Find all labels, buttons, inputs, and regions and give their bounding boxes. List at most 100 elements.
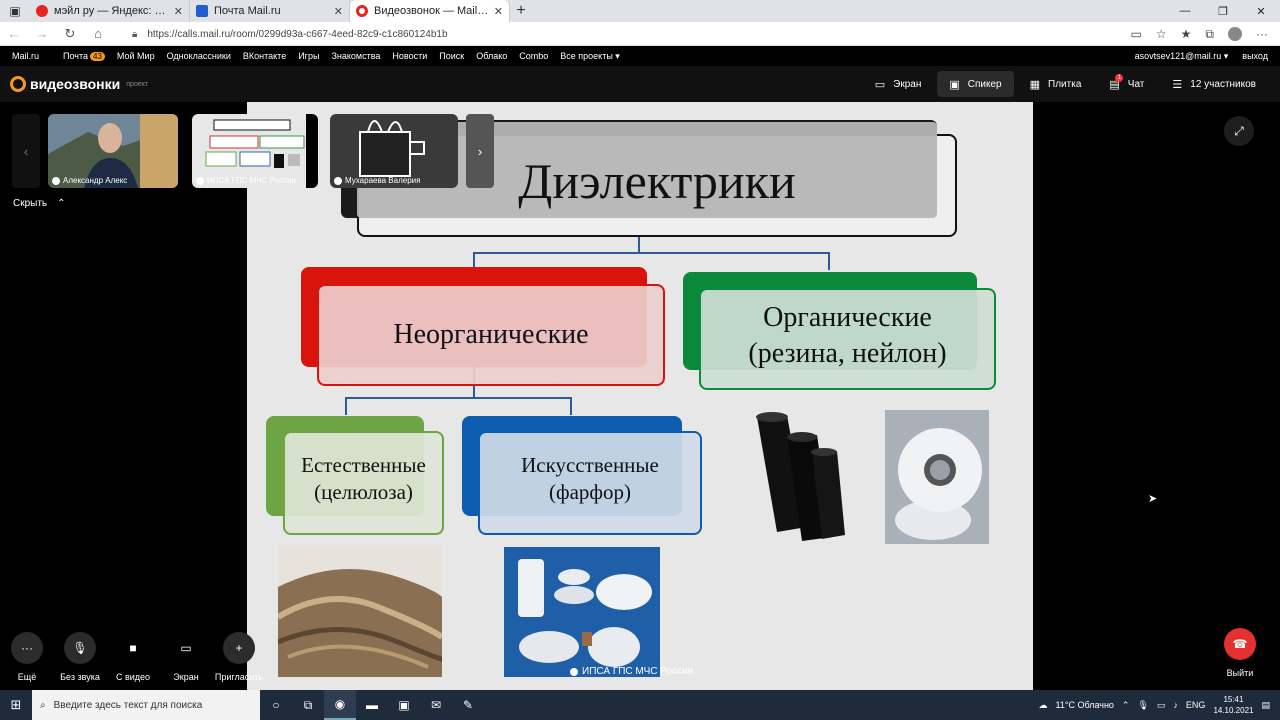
brand-name: видеозвонки bbox=[30, 76, 121, 92]
view-switcher: ▭ Экран ▣ Спикер ▦ Плитка ▤ 1 Чат ☰ 12 у… bbox=[863, 71, 1268, 97]
store-icon[interactable]: ▣ bbox=[388, 690, 420, 720]
portal-link[interactable]: Мой Мир bbox=[117, 51, 155, 61]
rubber-rolls-image bbox=[756, 412, 845, 541]
tab-title: Почта Mail.ru bbox=[214, 5, 281, 17]
invite-button[interactable]: + Пригласить bbox=[209, 632, 269, 682]
app-logo[interactable]: видеозвонки проект bbox=[10, 76, 148, 92]
cortana-icon[interactable]: ○ bbox=[260, 690, 292, 720]
speaker-view-button[interactable]: ▣ Спикер bbox=[937, 71, 1014, 97]
taskbar-search-box[interactable]: ⌕ Введите здесь текст для поиска bbox=[32, 690, 260, 720]
cellulose-fiber-image bbox=[278, 547, 442, 677]
time: 15:41 bbox=[1223, 695, 1244, 704]
tile-view-button[interactable]: ▦ Плитка bbox=[1018, 71, 1094, 97]
browser-tab-yandex[interactable]: мэйл ру — Яндекс: нашлось 14 ✕ bbox=[30, 0, 190, 22]
more-button[interactable]: ··· Ещё bbox=[0, 632, 57, 682]
back-icon[interactable]: ← bbox=[0, 26, 28, 41]
favorite-star-icon[interactable]: ☆ bbox=[1156, 27, 1167, 41]
organic-label: Органические (резина, нейлон) bbox=[699, 300, 996, 372]
logout-link[interactable]: выход bbox=[1242, 51, 1268, 62]
monitor-icon: ▭ bbox=[874, 78, 886, 91]
mail-count-badge: 43 bbox=[90, 52, 105, 61]
windows-start-icon[interactable]: ⊞ bbox=[0, 690, 32, 720]
favorites-icon[interactable]: ★ bbox=[1181, 27, 1192, 41]
share-screen-label: Экран bbox=[173, 672, 199, 682]
forward-icon[interactable]: → bbox=[28, 26, 56, 41]
minimize-icon[interactable]: — bbox=[1166, 0, 1204, 22]
portal-link-mail[interactable]: Почта 43 bbox=[63, 51, 105, 61]
video-button[interactable]: ■ С видео bbox=[103, 632, 163, 682]
browser-tab-mail[interactable]: Почта Mail.ru ✕ bbox=[190, 0, 350, 22]
share-screen-button[interactable]: ▭ Экран bbox=[156, 632, 216, 682]
close-window-icon[interactable]: ✕ bbox=[1242, 0, 1280, 22]
tab-actions-icon[interactable]: ▣ bbox=[0, 0, 30, 22]
natural-line2: (целюлоза) bbox=[314, 479, 413, 504]
participant-thumb[interactable]: Александр Алекс bbox=[48, 114, 178, 188]
mail-icon bbox=[196, 5, 208, 17]
fullscreen-button[interactable]: ⤢ bbox=[1224, 116, 1254, 146]
close-tab-icon[interactable]: ✕ bbox=[174, 5, 183, 18]
screen-view-button[interactable]: ▭ Экран bbox=[863, 71, 934, 97]
url-field[interactable]: 🔒︎ https://calls.mail.ru/room/0299d93a-c… bbox=[132, 25, 1152, 43]
portal-link[interactable]: Игры bbox=[298, 51, 319, 61]
home-icon[interactable]: ⌂ bbox=[84, 26, 112, 41]
portal-link[interactable]: Одноклассники bbox=[167, 51, 231, 61]
portal-link[interactable]: Облако bbox=[476, 51, 507, 61]
strip-next-button[interactable]: › bbox=[466, 114, 494, 188]
lang-indicator[interactable]: ENG bbox=[1186, 700, 1206, 710]
notifications-icon[interactable]: ▤ bbox=[1261, 700, 1270, 711]
browser-tab-bar: ▣ мэйл ру — Яндекс: нашлось 14 ✕ Почта M… bbox=[0, 0, 1280, 22]
edge-icon[interactable]: ◉ bbox=[324, 690, 356, 720]
user-email[interactable]: asovtsev121@mail.ru ▾ bbox=[1135, 51, 1229, 62]
tray-chevron-icon[interactable]: ⌃ bbox=[1122, 700, 1130, 711]
profile-avatar[interactable] bbox=[1228, 27, 1242, 41]
chat-button[interactable]: ▤ 1 Чат bbox=[1097, 71, 1156, 97]
portal-link[interactable]: Все проекты ▾ bbox=[560, 51, 620, 62]
mouse-cursor-icon: ➤ bbox=[1148, 493, 1158, 505]
chevron-up-icon: ⌃ bbox=[57, 198, 66, 209]
portal-link[interactable]: Поиск bbox=[439, 51, 464, 61]
portal-link[interactable]: Combo bbox=[519, 51, 548, 61]
mic-tray-icon: 🎙︎ bbox=[1137, 699, 1149, 710]
weather-text[interactable]: 11°C Облачно bbox=[1056, 700, 1114, 710]
mail-app-icon[interactable]: ✉ bbox=[420, 690, 452, 720]
address-bar: ← → ↻ ⌂ 🔒︎ https://calls.mail.ru/room/02… bbox=[0, 22, 1280, 46]
stage-right-pad bbox=[1164, 102, 1280, 690]
leave-call-button[interactable]: ☎ Выйти bbox=[1210, 628, 1270, 678]
menu-dots-icon[interactable]: ··· bbox=[1256, 27, 1268, 41]
browser-tab-call[interactable]: Видеозвонок — Mail.ru ✕ bbox=[350, 0, 510, 22]
search-placeholder: Введите здесь текст для поиска bbox=[53, 699, 203, 711]
task-view-icon[interactable]: ⧉ bbox=[292, 690, 324, 720]
participant-thumb[interactable]: ИПСА ГПС МЧС России bbox=[192, 114, 318, 188]
app-header: видеозвонки проект ▭ Экран ▣ Спикер ▦ Пл… bbox=[0, 66, 1280, 102]
system-tray: ☁ 11°C Облачно ⌃ 🎙︎ ▭ ♪ ENG 15:41 14.10.… bbox=[1039, 690, 1280, 720]
participants-label: 12 участников bbox=[1190, 78, 1256, 90]
portal-link[interactable]: Новости bbox=[392, 51, 427, 61]
camera-permission-icon[interactable]: ▭ bbox=[1131, 27, 1142, 41]
new-tab-button[interactable]: + bbox=[510, 0, 532, 22]
file-explorer-icon[interactable]: ▬ bbox=[356, 690, 388, 720]
mute-button[interactable]: 🎙︎ Без звука bbox=[50, 632, 110, 682]
restore-icon[interactable]: ❐ bbox=[1204, 0, 1242, 22]
organic-line2: (резина, нейлон) bbox=[748, 337, 947, 369]
close-tab-icon[interactable]: ✕ bbox=[334, 5, 343, 18]
clock[interactable]: 15:41 14.10.2021 bbox=[1213, 694, 1253, 716]
portal-link[interactable]: Знакомства bbox=[331, 51, 380, 61]
speaker-view-icon: ▣ bbox=[949, 78, 960, 91]
network-icon[interactable]: ▭ bbox=[1157, 700, 1166, 711]
reload-icon[interactable]: ↻ bbox=[56, 26, 84, 42]
video-label: С видео bbox=[115, 672, 151, 682]
portal-link[interactable]: ВКонтакте bbox=[243, 51, 286, 61]
hide-strip-toggle[interactable]: Скрыть ⌃ bbox=[13, 198, 66, 209]
portal-link[interactable]: Mail.ru bbox=[12, 51, 39, 61]
artificial-line1: Искусственные bbox=[521, 453, 659, 477]
chat-label: Чат bbox=[1127, 78, 1145, 90]
strip-prev-button[interactable]: ‹ bbox=[12, 114, 40, 188]
more-label: Ещё bbox=[17, 672, 37, 682]
paint-icon[interactable]: ✎ bbox=[452, 690, 484, 720]
close-tab-icon[interactable]: ✕ bbox=[494, 5, 503, 18]
collections-icon[interactable]: ⧉ bbox=[1205, 27, 1214, 42]
participants-button[interactable]: ☰ 12 участников bbox=[1160, 71, 1268, 97]
participant-thumb[interactable]: Мухараева Валерия bbox=[330, 114, 458, 188]
connector-line bbox=[473, 252, 475, 268]
volume-icon[interactable]: ♪ bbox=[1173, 700, 1178, 710]
